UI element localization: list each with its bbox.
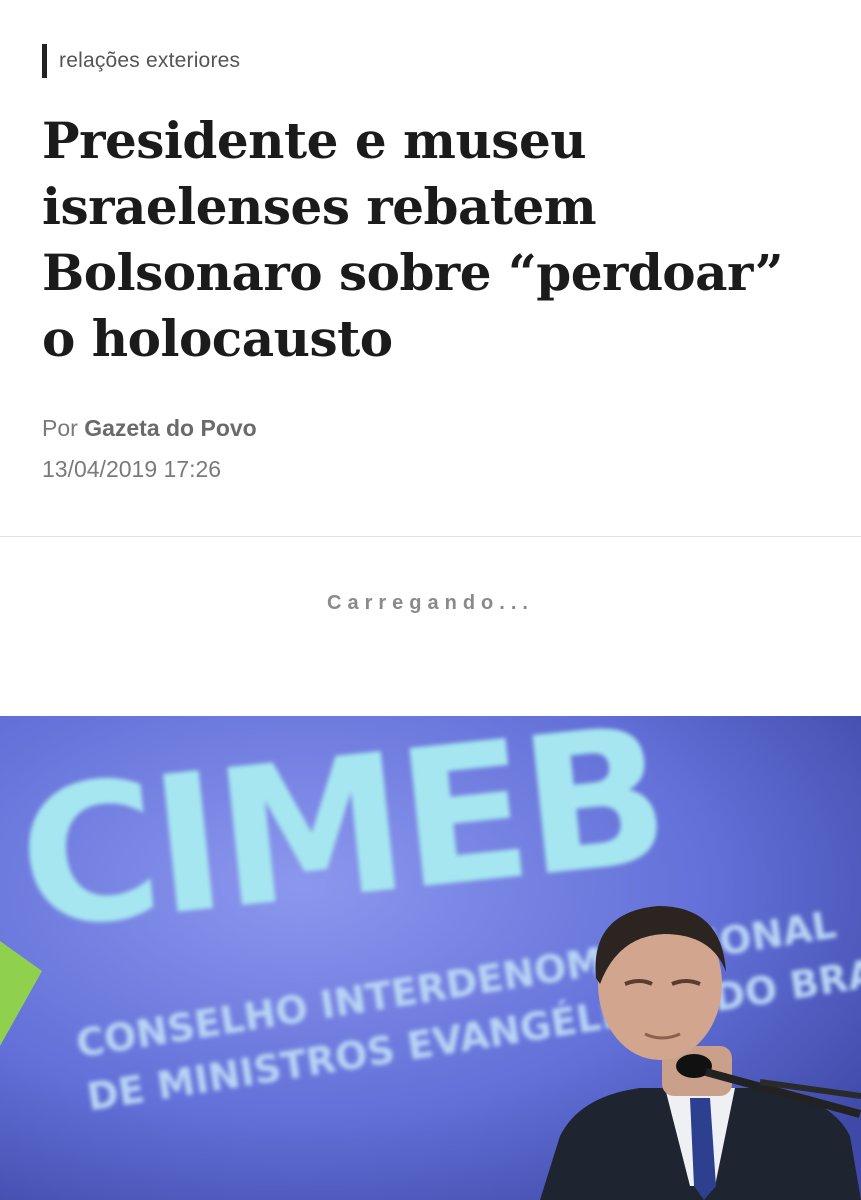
section-marker	[42, 44, 47, 78]
article-photo: CIMEB CONSELHO INTERDENOMINACIONAL DE MI…	[0, 716, 861, 1200]
article-headline: Presidente e museu israelenses rebatem B…	[42, 111, 784, 368]
publish-timestamp: 13/04/2019 17:26	[42, 456, 222, 482]
divider	[0, 536, 861, 537]
byline-prefix: Por	[42, 415, 78, 441]
loading-indicator: Carregando...	[327, 592, 534, 614]
section-label[interactable]: relações exteriores	[59, 49, 240, 73]
author-link[interactable]: Gazeta do Povo	[84, 415, 257, 441]
byline: Por Gazeta do Povo	[42, 415, 257, 442]
section-tag[interactable]: relações exteriores	[42, 44, 240, 78]
photo-illustration: CIMEB CONSELHO INTERDENOMINACIONAL DE MI…	[0, 716, 861, 1200]
